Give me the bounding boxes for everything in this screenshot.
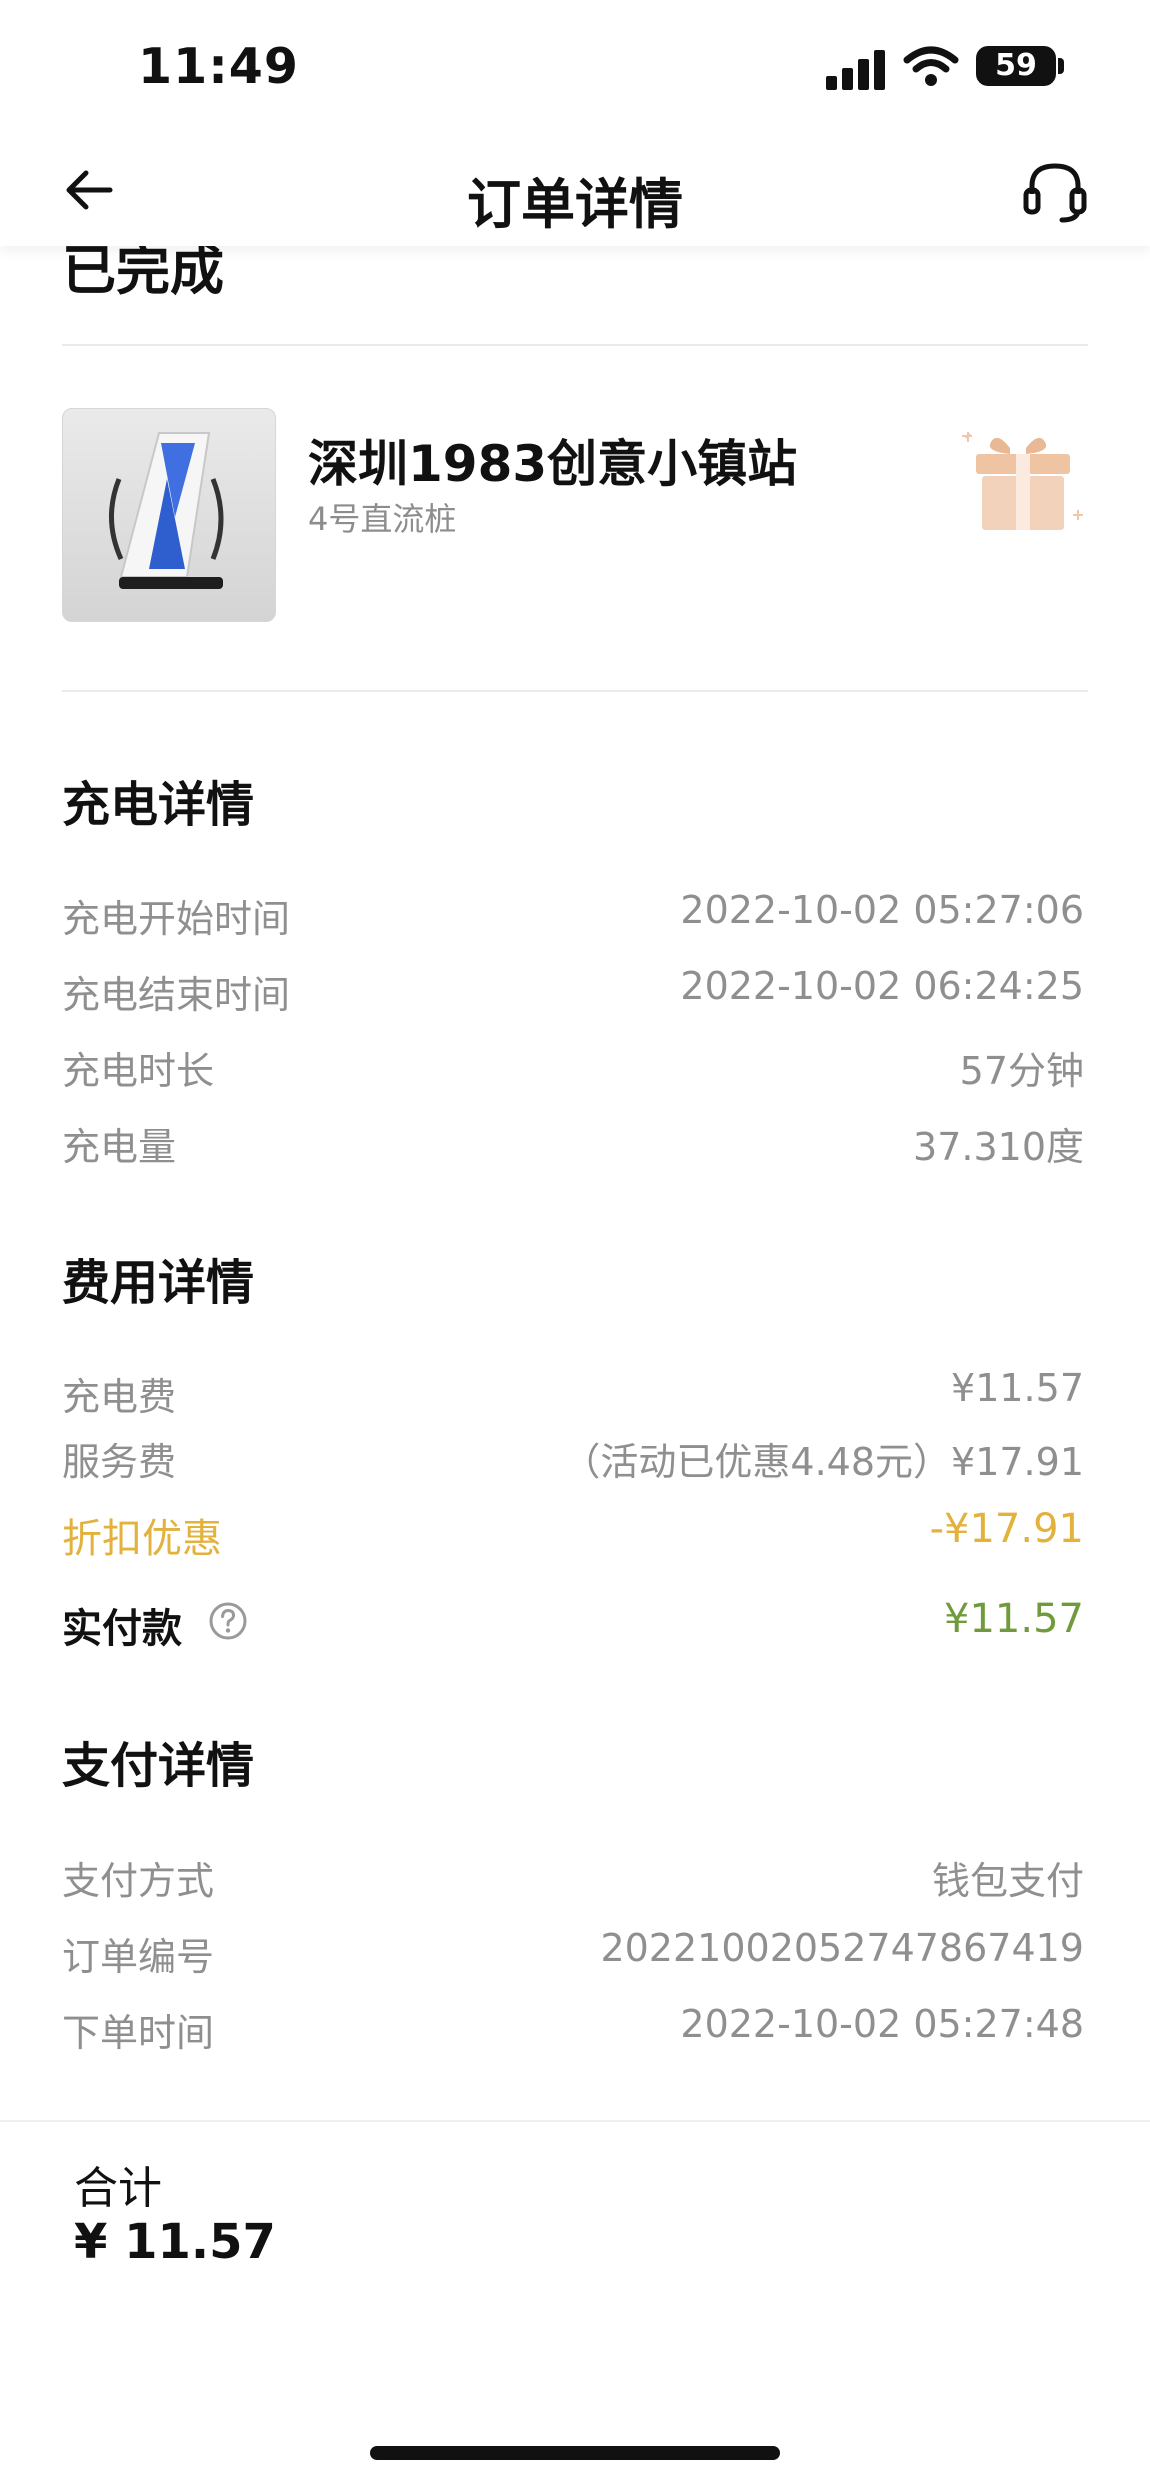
charger-image — [62, 408, 276, 622]
charge-duration-label: 充电时长 — [62, 1049, 215, 1093]
payment-method-label: 支付方式 — [62, 1859, 215, 1903]
battery-icon: 59 — [976, 46, 1056, 86]
order-time-label: 下单时间 — [62, 2011, 215, 2055]
total-label: 合计 — [74, 2163, 162, 2214]
charge-fee-label: 充电费 — [62, 1375, 177, 1419]
battery-tip — [1058, 58, 1064, 74]
service-fee-value: （活动已优惠4.48元）¥17.91 — [562, 1440, 1084, 1484]
pile-name: 4号直流桩 — [308, 500, 457, 538]
charge-duration-value: 57分钟 — [959, 1049, 1084, 1093]
charge-energy-value: 37.310度 — [913, 1125, 1084, 1169]
discount-label: 折扣优惠 — [62, 1516, 222, 1562]
station-name: 深圳1983创意小镇站 — [308, 435, 798, 493]
help-icon[interactable] — [208, 1601, 248, 1641]
paid-amount-label: 实付款 — [62, 1606, 182, 1652]
charging-section-title: 充电详情 — [62, 777, 255, 833]
nav-bar: 订单详情 — [0, 140, 1150, 246]
headset-icon[interactable] — [1020, 158, 1090, 224]
fee-section-title: 费用详情 — [62, 1255, 255, 1311]
charge-fee-value: ¥11.57 — [951, 1366, 1084, 1410]
wifi-icon — [903, 46, 959, 86]
home-indicator[interactable] — [370, 2446, 780, 2460]
payment-method-value: 钱包支付 — [931, 1859, 1084, 1903]
payment-section-title: 支付详情 — [62, 1738, 255, 1794]
charge-end-label: 充电结束时间 — [62, 973, 291, 1017]
discount-value: -¥17.91 — [929, 1506, 1084, 1552]
charge-end-value: 2022-10-02 06:24:25 — [680, 964, 1084, 1008]
status-time: 11:49 — [138, 38, 299, 95]
total-value: ¥ 11.57 — [74, 2214, 276, 2270]
paid-amount-value: ¥11.57 — [944, 1596, 1084, 1642]
order-number-label: 订单编号 — [62, 1935, 215, 1979]
order-number-value[interactable]: 20221002052747867419 — [600, 1926, 1084, 1970]
signal-icon — [826, 46, 888, 90]
order-time-value: 2022-10-02 05:27:48 — [680, 2002, 1084, 2046]
footer-divider — [0, 2120, 1150, 2122]
status-bar: 11:49 59 — [0, 0, 1150, 140]
charge-start-label: 充电开始时间 — [62, 897, 291, 941]
service-fee-label: 服务费 — [62, 1440, 177, 1484]
order-detail-page: 11:49 59 订单详情 已完成 深圳1983创意小镇站 4号直流桩 充电详情… — [0, 0, 1150, 2488]
charge-energy-label: 充电量 — [62, 1125, 177, 1169]
page-title: 订单详情 — [467, 173, 683, 236]
charge-start-value: 2022-10-02 05:27:06 — [680, 888, 1084, 932]
gift-icon[interactable] — [960, 426, 1088, 536]
divider — [62, 690, 1088, 692]
charger-illustration — [109, 432, 224, 589]
divider — [62, 344, 1088, 346]
